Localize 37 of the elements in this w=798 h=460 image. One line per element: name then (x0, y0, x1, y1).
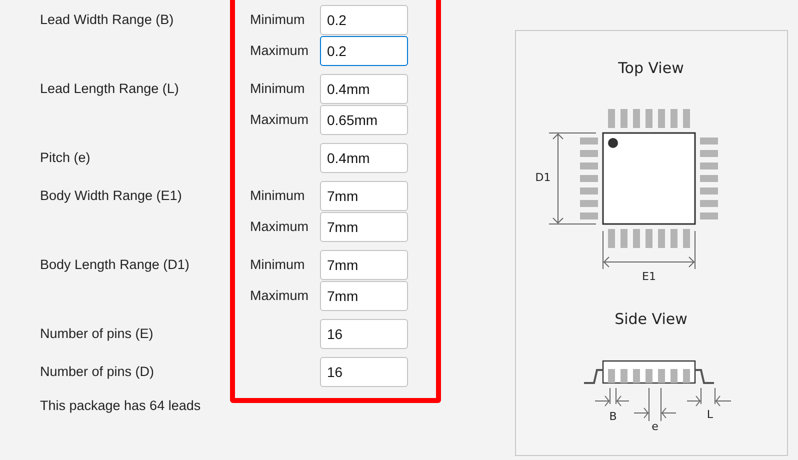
input-field[interactable]: 0.4mm (320, 143, 408, 173)
dimension-label: e (652, 420, 658, 433)
dimension-label: B (609, 410, 617, 423)
range-label: Maximum (250, 110, 310, 129)
dimension-arrow (594, 388, 630, 406)
input-field[interactable]: 7mm (320, 281, 408, 311)
input-field[interactable]: 0.2 (320, 5, 408, 35)
range-label: Maximum (250, 286, 310, 305)
view-title: Top View (618, 59, 684, 77)
input-field[interactable]: 16 (320, 319, 408, 349)
input-field[interactable]: 7mm (320, 250, 408, 280)
dimension-arrow (686, 388, 732, 406)
field-label: Lead Length Range (L) (40, 80, 180, 98)
field-label: Body Length Range (D1) (40, 256, 190, 274)
input-field[interactable]: 0.2 (320, 36, 408, 66)
dimension-label: L (706, 408, 714, 421)
input-field[interactable]: 7mm (320, 212, 408, 242)
range-label: Maximum (250, 218, 310, 236)
range-label: Minimum (250, 10, 306, 29)
field-label: Lead Width Range (B) (40, 11, 175, 29)
dimension-label: E1 (642, 270, 656, 283)
range-label: Maximum (250, 42, 310, 60)
field-label: Number of pins (D) (40, 363, 156, 381)
dimension-label: D1 (535, 171, 551, 184)
range-label: Minimum (250, 256, 306, 274)
field-label: Body Width Range (E1) (40, 187, 183, 205)
range-label: Minimum (250, 186, 306, 205)
field-label: Pitch (e) (40, 149, 92, 167)
range-label: Minimum (250, 80, 306, 98)
summary-text: This package has 64 leads (40, 397, 202, 415)
field-label: Number of pins (E) (40, 325, 154, 343)
input-field[interactable]: 7mm (320, 181, 408, 211)
input-field[interactable]: 0.4mm (320, 74, 408, 104)
input-field[interactable]: 0.65mm (320, 105, 408, 135)
dimension-arrow (634, 388, 676, 422)
input-field[interactable]: 16 (320, 357, 408, 387)
view-title: Side View (614, 310, 688, 328)
